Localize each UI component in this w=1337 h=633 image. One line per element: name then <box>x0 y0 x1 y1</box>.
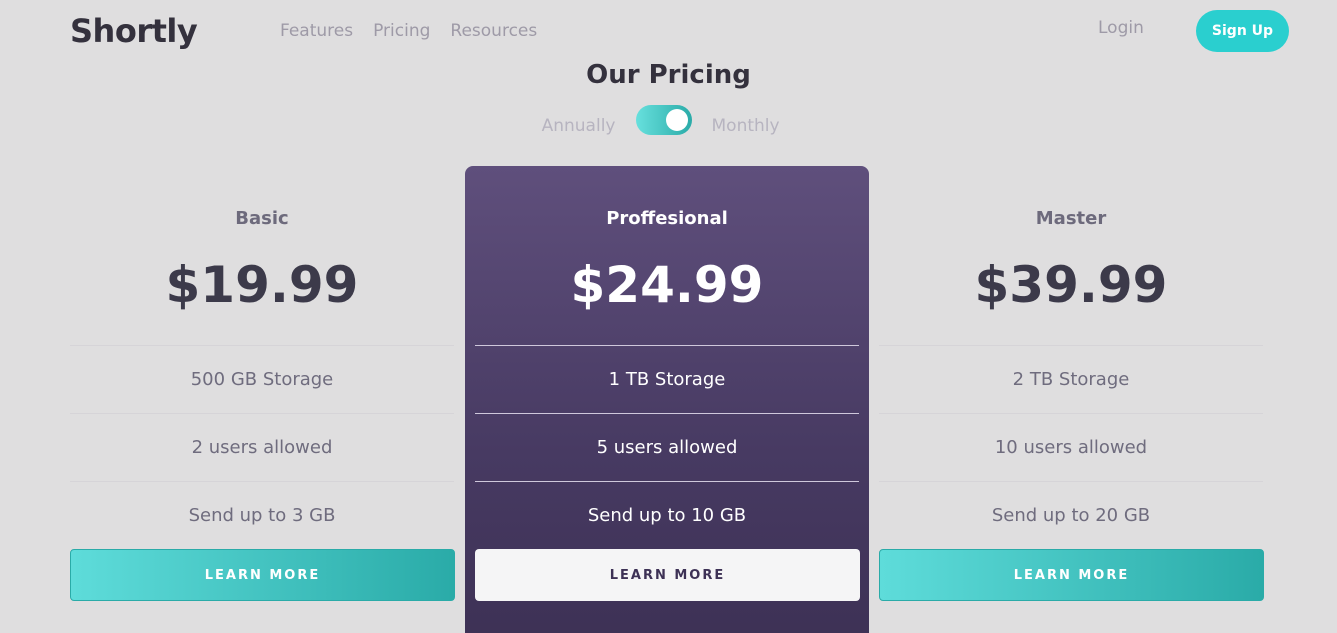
plan-feature-send: Send up to 20 GB <box>879 481 1263 549</box>
plan-price: $24.99 <box>570 256 764 314</box>
plan-price: $39.99 <box>974 256 1168 314</box>
plan-name: Master <box>1035 208 1107 229</box>
plan-feature-users: 2 users allowed <box>70 413 454 481</box>
plan-card-basic: Basic $19.99 500 GB Storage 2 users allo… <box>60 166 464 633</box>
plan-feature-storage: 1 TB Storage <box>475 345 859 413</box>
pricing-page: Shortly Features Pricing Resources Login… <box>0 0 1337 633</box>
learn-more-button-master[interactable]: LEARN MORE <box>879 549 1264 601</box>
plan-feature-send: Send up to 3 GB <box>70 481 454 549</box>
billing-toggle[interactable] <box>635 105 692 135</box>
plan-feature-users: 5 users allowed <box>475 413 859 481</box>
plan-feature-send: Send up to 10 GB <box>475 481 859 549</box>
nav-resources[interactable]: Resources <box>450 21 537 41</box>
learn-more-button-basic[interactable]: LEARN MORE <box>70 549 455 601</box>
login-link[interactable]: Login <box>1098 18 1144 38</box>
page-title: Our Pricing <box>586 60 751 90</box>
nav-features[interactable]: Features <box>280 21 353 41</box>
plan-name: Basic <box>235 208 289 229</box>
plan-name: Proffesional <box>606 208 728 229</box>
logo[interactable]: Shortly <box>70 12 198 50</box>
main-nav: Features Pricing Resources <box>280 21 537 41</box>
plan-card-professional: Proffesional $24.99 1 TB Storage 5 users… <box>465 166 869 633</box>
annually-label: Annually <box>541 116 616 136</box>
billing-toggle-row: Annually Monthly <box>0 104 1337 136</box>
plan-feature-users: 10 users allowed <box>879 413 1263 481</box>
sign-up-button[interactable]: Sign Up <box>1196 10 1289 52</box>
monthly-label: Monthly <box>711 116 780 136</box>
nav-pricing[interactable]: Pricing <box>373 21 430 41</box>
plan-feature-storage: 2 TB Storage <box>879 345 1263 413</box>
plan-feature-storage: 500 GB Storage <box>70 345 454 413</box>
plan-price: $19.99 <box>165 256 359 314</box>
learn-more-button-professional[interactable]: LEARN MORE <box>475 549 860 601</box>
toggle-knob <box>665 109 688 131</box>
plan-card-master: Master $39.99 2 TB Storage 10 users allo… <box>869 166 1273 633</box>
